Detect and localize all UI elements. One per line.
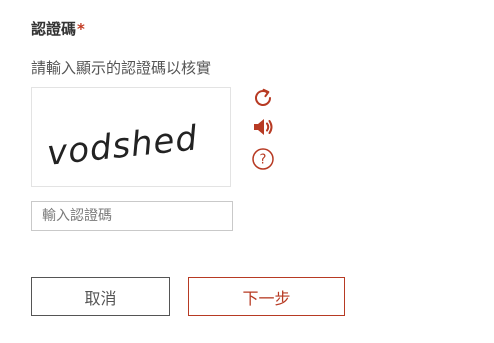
captcha-field-label: 認證碼*	[31, 18, 85, 40]
captcha-help-button[interactable]: ?	[251, 147, 275, 171]
play-audio-captcha-button[interactable]	[251, 115, 275, 139]
question-mark-icon: ?	[252, 148, 274, 170]
captcha-input-wrapper	[31, 201, 233, 231]
captcha-image: vodshed	[31, 87, 231, 187]
refresh-icon	[255, 88, 271, 106]
captcha-input[interactable]	[31, 201, 233, 231]
captcha-distorted-text: vodshed	[45, 118, 200, 174]
cancel-button[interactable]: 取消	[31, 277, 170, 316]
captcha-instruction: 請輸入顯示的認證碼以核實	[31, 59, 212, 77]
captcha-label-text: 認證碼	[31, 20, 77, 38]
refresh-captcha-button[interactable]	[251, 86, 275, 110]
required-asterisk: *	[77, 20, 85, 38]
next-step-button[interactable]: 下一步	[188, 277, 345, 316]
question-mark-glyph: ?	[260, 153, 267, 168]
captcha-image-graphic: vodshed	[45, 118, 200, 174]
speaker-icon	[254, 119, 273, 135]
